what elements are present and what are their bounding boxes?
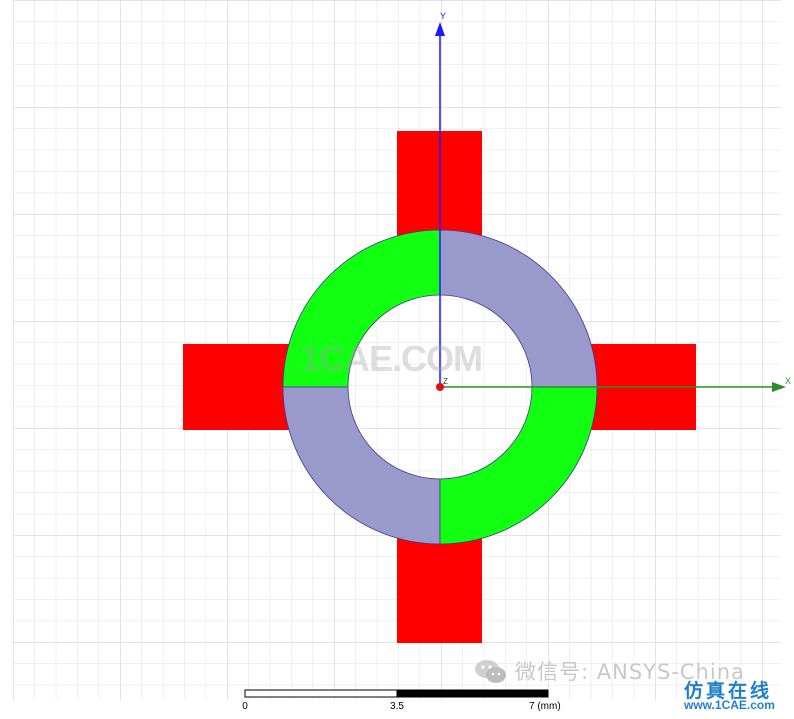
y-axis-label: Y — [440, 11, 446, 21]
x-axis-label: X — [785, 376, 791, 386]
scale-bar: 0 3.5 7 (mm) — [242, 689, 561, 712]
brand-url: www.1CAE.com — [684, 698, 775, 712]
port-left[interactable] — [183, 344, 293, 430]
wechat-icon — [475, 660, 506, 683]
watermark-center: 1CAE.COM — [300, 338, 483, 379]
scale-tick-2: 7 (mm) — [529, 701, 561, 712]
modeler-viewport[interactable]: Y X Z 0 3.5 7 (mm) 1CAE.COM 微信号: ANSYS-C… — [0, 0, 794, 714]
port-bottom[interactable] — [397, 535, 482, 643]
scale-tick-1: 3.5 — [390, 701, 404, 712]
scale-bar-black-segment — [396, 689, 549, 698]
scale-tick-0: 0 — [242, 701, 248, 712]
scale-bar-white-segment — [244, 689, 398, 698]
